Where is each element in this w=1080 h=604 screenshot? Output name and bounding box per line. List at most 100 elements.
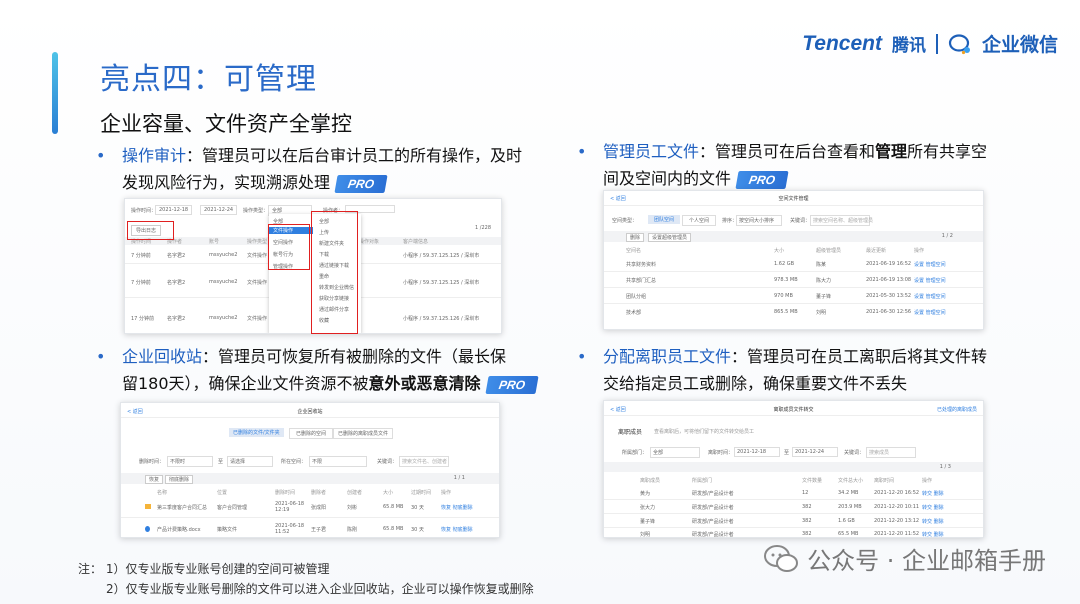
audit-row-account: mssyuche2 — [209, 315, 238, 321]
space-row-admin: 陈大力 — [816, 278, 832, 284]
recycle-row-size: 65.8 MB — [383, 504, 404, 510]
audit-pager[interactable]: 1 /228 — [475, 225, 491, 231]
recycle-row-deleted-by: 王子君 — [311, 527, 327, 533]
bullet-dot: • — [577, 142, 587, 161]
transfer-row-count: 382 — [802, 531, 812, 537]
space-row-size: 1.62 GB — [774, 261, 795, 267]
transfer-row-size: 34.2 MB — [838, 490, 859, 496]
audit-date-to[interactable]: 2021-12-24 — [200, 205, 238, 215]
bullet-employee-files: • 管理员工文件：管理员可在后台查看和管理所有共享空 间及空间内的文件 PRO — [577, 138, 1023, 192]
transfer-row-date: 2021-12-20 11:52 — [874, 531, 920, 537]
space-pager[interactable]: 1 / 2 — [942, 233, 953, 239]
recycle-row-location: 客户合同管理 — [217, 505, 248, 511]
recycle-col-0: 名称 — [157, 490, 168, 496]
tab-deleted-spaces[interactable]: 已删除的空间 — [289, 428, 334, 439]
accent-bar — [52, 52, 58, 134]
audit-row-account: mssyuche2 — [209, 279, 238, 285]
processed-members-link[interactable]: 已处理的离职成员 — [937, 406, 977, 413]
keyword-input[interactable]: 搜索成员 — [866, 447, 916, 458]
space-col-2: 超级管理员 — [816, 248, 842, 254]
space-page-title: 空间文件管理 — [778, 196, 809, 202]
permanent-delete-button[interactable]: 彻底删除 — [165, 475, 194, 484]
space-col-0: 空间名 — [626, 248, 642, 254]
search-input[interactable]: 搜索空间名称、超级管理员 — [810, 215, 873, 226]
footnote-1: 注： 1）仅专业版专业账号创建的空间可被管理 — [78, 560, 329, 577]
transfer-col-2: 文件数量 — [802, 478, 823, 484]
space-row-admin: 刘明 — [816, 310, 827, 316]
space-row-ops[interactable]: 设置 管理空间 — [914, 293, 946, 300]
departed-section-desc: 查看离职后，可将他们留下的文件转交给员工 — [654, 429, 755, 435]
space-row-ops[interactable]: 设置 管理空间 — [914, 309, 946, 316]
highlight-dropdown-right — [311, 211, 358, 334]
space-row-date: 2021-06-19 13:08 — [866, 277, 912, 283]
audit-row-client: 小程序 / 59.37.125.126 / 深圳市 — [403, 316, 480, 322]
space-row-ops[interactable]: 设置 管理空间 — [914, 261, 946, 268]
recycle-row-size: 65.8 MB — [383, 526, 404, 532]
tab-deleted-member-files[interactable]: 已删除的离职成员文件 — [333, 428, 394, 439]
recycle-row-location: 策略文件 — [217, 527, 238, 533]
recycle-row-ops[interactable]: 恢复 彻底删除 — [441, 504, 473, 511]
dept-select[interactable]: 全部 — [650, 447, 700, 458]
tab-team-space[interactable]: 团队空间 — [648, 215, 681, 224]
audit-row-type: 文件操作 — [247, 253, 268, 259]
leave-date-from[interactable]: 2021-12-18 — [734, 447, 780, 457]
transfer-row-ops[interactable]: 转交 删除 — [922, 490, 944, 497]
watermark-text: 公众号 · 企业邮箱手册 — [807, 547, 1046, 575]
row-divider — [604, 271, 983, 272]
footnote-line2: 2）仅专业版专业账号删除的文件可以进入企业回收站，企业可以操作恢复或删除 — [106, 582, 534, 596]
dept-label: 所属部门： — [622, 450, 648, 456]
recycle-pager[interactable]: 1 / 1 — [454, 475, 465, 481]
audit-col-3: 操作类型 — [247, 239, 268, 245]
space-row-name: 共享财务资料 — [626, 262, 657, 268]
audit-date-from[interactable]: 2021-12-18 — [155, 205, 193, 215]
space-row-date: 2021-05-30 13:52 — [866, 293, 912, 299]
audit-row-user: 名字君2 — [167, 280, 186, 286]
audit-col-2: 账号 — [209, 239, 220, 245]
transfer-row-date: 2021-12-20 16:52 — [874, 490, 920, 496]
wechat-icon — [764, 544, 799, 572]
tab-personal-space[interactable]: 个人空间 — [682, 215, 717, 226]
transfer-pager[interactable]: 1 / 3 — [940, 464, 951, 470]
bullet-recycle-head: 企业回收站 — [122, 347, 203, 366]
highlight-export-button — [127, 221, 174, 240]
sort-label: 排序： — [722, 218, 738, 224]
leave-date-to[interactable]: 2021-12-24 — [792, 447, 838, 457]
space-col-1: 大小 — [774, 248, 785, 254]
transfer-row-ops[interactable]: 转交 删除 — [922, 531, 944, 537]
pro-badge: PRO — [735, 170, 789, 189]
audit-row-client: 小程序 / 59.37.125.125 / 深圳市 — [403, 253, 480, 259]
toolbar-bg — [604, 462, 983, 472]
restore-button[interactable]: 恢复 — [145, 475, 164, 484]
space-row-size: 978.3 MB — [774, 277, 798, 283]
sort-select[interactable]: 按空间大小排序 — [736, 215, 782, 226]
delete-button[interactable]: 删除 — [626, 233, 645, 242]
delete-time-to-select[interactable]: 请选择 — [227, 456, 273, 467]
transfer-row-dept: 研发部/产品设计者 — [692, 491, 734, 497]
recycle-row-ops[interactable]: 恢复 彻底删除 — [441, 526, 473, 533]
pro-badge: PRO — [334, 174, 388, 193]
watermark: 公众号 · 企业邮箱手册 — [763, 541, 1046, 576]
keyword-input[interactable]: 搜索文件名、创建者 — [399, 456, 449, 467]
space-row-name: 共享部门汇总 — [626, 278, 657, 284]
transfer-col-0: 离职成员 — [640, 478, 661, 484]
recycle-col-6: 过期时间 — [411, 490, 432, 496]
transfer-row-ops[interactable]: 转交 删除 — [922, 518, 944, 525]
space-row-ops[interactable]: 设置 管理空间 — [914, 277, 946, 284]
space-select[interactable]: 不限 — [309, 456, 367, 467]
recycle-col-1: 位置 — [217, 490, 228, 496]
range-to: 至 — [218, 459, 224, 465]
transfer-row-name: 刘明 — [640, 532, 651, 538]
recycle-col-4: 创建者 — [347, 490, 363, 496]
transfer-row-count: 382 — [802, 504, 812, 510]
row-divider — [604, 513, 983, 514]
space-col-4: 操作 — [914, 248, 925, 254]
bullet-audit: • 操作审计：管理员可以在后台审计员工的所有操作，及时 发现风险行为，实现溯源处… — [96, 142, 542, 196]
delete-time-select[interactable]: 不限时 — [167, 456, 213, 467]
set-admin-button[interactable]: 设置超级管理员 — [648, 233, 692, 242]
transfer-row-size: 203.9 MB — [838, 504, 862, 510]
audit-type-label: 操作类型： — [243, 208, 269, 214]
tab-deleted-files[interactable]: 已删除的文件/文件夹 — [229, 428, 284, 437]
transfer-row-ops[interactable]: 转交 删除 — [922, 504, 944, 511]
transfer-page-title: 离职成员文件转交 — [773, 407, 814, 413]
row-divider — [121, 517, 499, 518]
